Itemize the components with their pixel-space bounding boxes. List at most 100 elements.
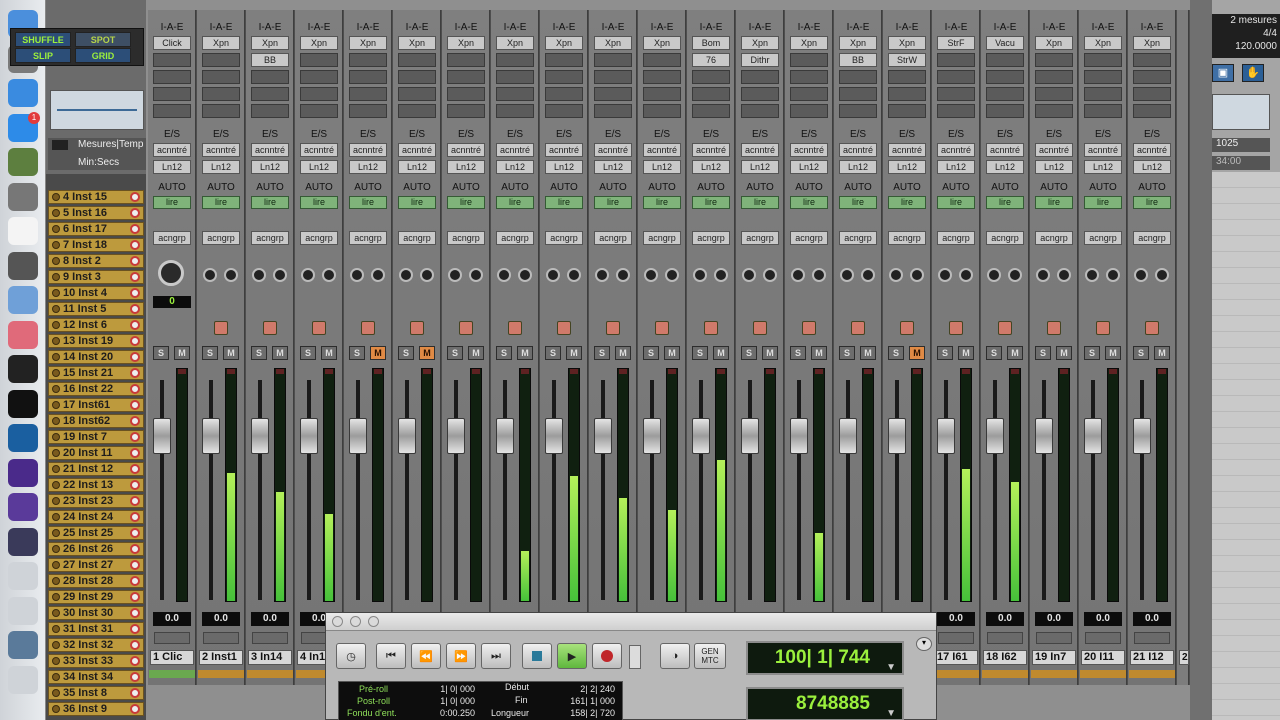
mute-button[interactable]: M [1154, 346, 1170, 360]
stop-icon[interactable] [522, 643, 552, 669]
solo-button[interactable]: S [741, 346, 757, 360]
automation-mode-button[interactable]: lire [1035, 196, 1073, 209]
mute-button[interactable]: M [958, 346, 974, 360]
track-list-item[interactable]: 11 Inst 5 [48, 302, 144, 316]
sphere-icon[interactable] [8, 493, 38, 521]
track-list-item[interactable]: 12 Inst 6 [48, 318, 144, 332]
volume-fader[interactable] [153, 418, 171, 454]
input-selector[interactable]: acnntré [594, 143, 632, 157]
insert-slot-empty[interactable] [251, 87, 289, 101]
pro-tools-icon[interactable] [8, 458, 38, 487]
group-selector[interactable]: acngrp [153, 231, 191, 245]
insert-slot-2[interactable] [447, 53, 485, 67]
track-active-dot[interactable] [52, 689, 60, 697]
pan-left-knob[interactable] [1085, 268, 1099, 282]
input-selector[interactable]: acnntré [496, 143, 534, 157]
input-selector[interactable]: acnntré [202, 143, 240, 157]
image-capture-icon[interactable] [8, 148, 38, 176]
pan-left-knob[interactable] [497, 268, 511, 282]
automation-mode-button[interactable]: lire [888, 196, 926, 209]
input-selector[interactable]: acnntré [1133, 143, 1171, 157]
solo-button[interactable]: S [692, 346, 708, 360]
preview-icon[interactable] [8, 286, 38, 314]
close-window-icon[interactable] [332, 616, 343, 627]
track-list-item[interactable]: 21 Inst 12 [48, 462, 144, 476]
output-selector[interactable]: Ln12 [447, 160, 485, 174]
pan-right-knob[interactable] [959, 268, 973, 282]
insert-slot-1[interactable]: Xpn [1084, 36, 1122, 50]
input-selector[interactable]: acnntré [300, 143, 338, 157]
insert-slot-empty[interactable] [1035, 87, 1073, 101]
insert-slot-empty[interactable] [692, 87, 730, 101]
insert-slot-1[interactable]: Xpn [1035, 36, 1073, 50]
pan-right-knob[interactable] [714, 268, 728, 282]
track-active-dot[interactable] [52, 193, 60, 201]
track-active-dot[interactable] [52, 369, 60, 377]
track-name[interactable]: 20 I11 [1081, 650, 1125, 665]
insert-slot-2[interactable]: BB [839, 53, 877, 67]
volume-fader[interactable] [202, 418, 220, 454]
pan-left-knob[interactable] [448, 268, 462, 282]
insert-slot-1[interactable]: Xpn [839, 36, 877, 50]
insert-slot-empty[interactable] [937, 87, 975, 101]
track-active-dot[interactable] [52, 577, 60, 585]
track-list-item[interactable]: 27 Inst 27 [48, 558, 144, 572]
record-enable-icon[interactable] [130, 304, 140, 314]
automation-mode-button[interactable]: lire [153, 196, 191, 209]
group-selector[interactable]: acngrp [839, 231, 877, 245]
record-enable-icon[interactable] [130, 560, 140, 570]
loop-toggle[interactable] [629, 645, 641, 669]
fondu-value[interactable]: 0:00.250 [415, 708, 475, 718]
output-selector[interactable]: Ln12 [594, 160, 632, 174]
track-color-bar[interactable] [933, 670, 979, 678]
insert-slot-empty[interactable] [251, 70, 289, 84]
output-selector[interactable]: Ln12 [1035, 160, 1073, 174]
group-selector[interactable]: acngrp [888, 231, 926, 245]
fin-value[interactable]: 161| 1| 000 [555, 696, 615, 706]
solo-button[interactable]: S [790, 346, 806, 360]
input-selector[interactable]: acnntré [251, 143, 289, 157]
volume-value[interactable]: 0.0 [202, 612, 240, 626]
volume-fader[interactable] [300, 418, 318, 454]
track-name[interactable]: 19 In7 [1032, 650, 1076, 665]
record-enable-icon[interactable] [130, 608, 140, 618]
preroll-value[interactable]: 1| 0| 000 [415, 684, 475, 694]
mute-button[interactable]: M [762, 346, 778, 360]
volume-value[interactable]: 0.0 [937, 612, 975, 626]
insert-slot-1[interactable]: StrF [937, 36, 975, 50]
insert-slot-empty[interactable] [1084, 104, 1122, 118]
play-icon[interactable]: ▶ [557, 643, 587, 669]
record-enable-icon[interactable] [130, 368, 140, 378]
mute-button[interactable]: M [419, 346, 435, 360]
insert-slot-2[interactable] [153, 53, 191, 67]
insert-slot-empty[interactable] [349, 87, 387, 101]
input-selector[interactable]: acnntré [986, 143, 1024, 157]
group-selector[interactable]: acngrp [1133, 231, 1171, 245]
insert-slot-empty[interactable] [349, 104, 387, 118]
track-active-dot[interactable] [52, 673, 60, 681]
insert-slot-empty[interactable] [986, 104, 1024, 118]
insert-slot-2[interactable] [349, 53, 387, 67]
track-list-item[interactable]: 4 Inst 15 [48, 190, 144, 204]
pan-right-knob[interactable] [273, 268, 287, 282]
insert-slot-empty[interactable] [349, 70, 387, 84]
insert-slot-2[interactable]: BB [251, 53, 289, 67]
volume-fader[interactable] [888, 418, 906, 454]
record-enable-icon[interactable] [130, 224, 140, 234]
group-selector[interactable]: acngrp [251, 231, 289, 245]
pan-right-knob[interactable] [1008, 268, 1022, 282]
mute-button[interactable]: M [713, 346, 729, 360]
output-selector[interactable]: Ln12 [153, 160, 191, 174]
pan-right-knob[interactable] [518, 268, 532, 282]
insert-slot-2[interactable] [790, 53, 828, 67]
insert-slot-empty[interactable] [496, 87, 534, 101]
insert-slot-2[interactable] [202, 53, 240, 67]
track-name[interactable]: 21 I12 [1130, 650, 1174, 665]
track-active-dot[interactable] [52, 641, 60, 649]
solo-button[interactable]: S [986, 346, 1002, 360]
solo-button[interactable]: S [349, 346, 365, 360]
postroll-value[interactable]: 1| 0| 000 [415, 696, 475, 706]
group-selector[interactable]: acngrp [692, 231, 730, 245]
automation-mode-button[interactable]: lire [447, 196, 485, 209]
gen-mtc-button[interactable]: GEN MTC [694, 643, 726, 669]
